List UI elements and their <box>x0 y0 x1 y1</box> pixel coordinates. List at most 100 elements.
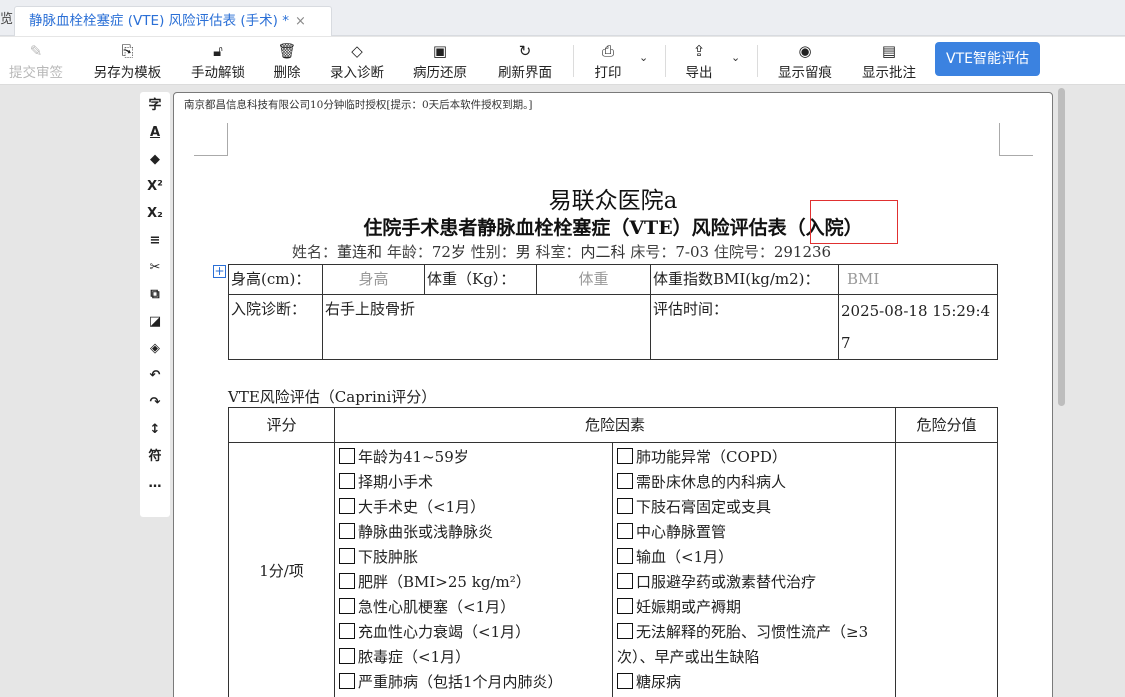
delete-button[interactable]: 🗑︎ 删除 <box>271 41 303 81</box>
checkbox-icon[interactable] <box>617 548 633 564</box>
factors-right-column: 肺功能异常（COPD） 需卧床休息的内科病人 下肢石膏固定或支具 中心静脉置管 … <box>612 442 896 697</box>
align-icon[interactable]: ≡ <box>140 227 170 254</box>
factor-item[interactable]: 妊娠期或产褥期 <box>617 595 891 620</box>
factor-item[interactable]: 肥胖（BMI>25 kg/m²） <box>339 570 608 595</box>
enter-diagnosis-label: 录入诊断 <box>330 65 384 81</box>
copy-icon[interactable]: ⧉ <box>140 281 170 308</box>
factor-item[interactable]: 肺功能异常（COPD） <box>617 445 891 470</box>
show-comments-button[interactable]: ▤ 显示批注 <box>859 41 919 81</box>
checkbox-icon[interactable] <box>339 648 355 664</box>
checkbox-icon[interactable] <box>617 623 633 639</box>
checkbox-icon[interactable] <box>339 448 355 464</box>
checkbox-icon[interactable] <box>339 498 355 514</box>
patient-info-line: 姓名：董连和 年龄：72岁 性别：男 科室：内二科 床号：7-03 住院号：29… <box>292 241 831 262</box>
clear-format-icon[interactable]: ◈ <box>140 335 170 362</box>
checkbox-icon[interactable] <box>617 498 633 514</box>
risk-value-cell[interactable] <box>895 442 998 697</box>
submit-sign-label: 提交审签 <box>9 65 63 81</box>
vte-smart-assess-button[interactable]: VTE智能评估 <box>935 42 1040 76</box>
export-dropdown-chevron-icon[interactable]: ⌄ <box>731 51 740 64</box>
factor-item[interactable]: 脓毒症（<1月） <box>339 645 608 670</box>
factor-item[interactable]: 大手术史（<1月） <box>339 495 608 520</box>
tab-previous[interactable]: 览 <box>0 0 14 36</box>
factor-item[interactable]: 中心静脉置管 <box>617 520 891 545</box>
checkbox-icon[interactable] <box>339 548 355 564</box>
factor-item[interactable]: 严重肺病（包括1个月内肺炎） <box>339 670 608 695</box>
delete-label: 删除 <box>273 65 301 81</box>
factor-item[interactable]: 无法解释的死胎、习惯性流产（≥3次）、早产或出生缺陷 <box>617 620 891 670</box>
vertical-scrollbar-thumb[interactable] <box>1058 88 1065 406</box>
save-as-template-button[interactable]: ⎘ 另存为模板 <box>90 41 165 81</box>
tab-vte-risk-form[interactable]: 静脉血栓栓塞症 (VTE) 风险评估表 (手术) * × <box>14 6 332 36</box>
document-page: 南京都昌信息科技有限公司10分钟临时授权[提示：0天后本软件授权到期。] 易联众… <box>173 92 1053 697</box>
trash-icon: 🗑︎ <box>277 42 297 60</box>
factor-item[interactable]: 择期小手术 <box>339 470 608 495</box>
checkbox-icon[interactable] <box>339 573 355 589</box>
print-dropdown-chevron-icon[interactable]: ⌄ <box>639 51 648 64</box>
print-button[interactable]: ⎙ 打印 <box>592 41 624 81</box>
factor-item[interactable]: 糖尿病 <box>617 670 891 695</box>
weight-field[interactable]: 体重 <box>536 264 651 295</box>
subscript-icon[interactable]: X₂ <box>140 200 170 227</box>
bed-label: 床号： <box>630 243 676 261</box>
factor-item[interactable]: 静脉曲张或浅静脉炎 <box>339 520 608 545</box>
checkbox-icon[interactable] <box>339 523 355 539</box>
toolbar-divider <box>665 45 666 77</box>
line-spacing-icon[interactable]: ↕ <box>140 416 170 443</box>
dept-label: 科室： <box>535 243 581 261</box>
font-color-icon[interactable]: A <box>140 119 170 146</box>
show-trace-button[interactable]: ◉ 显示留痕 <box>775 41 835 81</box>
fill-color-icon[interactable]: ◆ <box>140 146 170 173</box>
close-icon[interactable]: × <box>295 14 306 29</box>
bmi-label: 体重指数BMI(kg/m2)： <box>650 264 839 295</box>
assess-time-field[interactable]: 2025-08-18 15:29:47 <box>838 294 998 360</box>
checkbox-icon[interactable] <box>339 673 355 689</box>
checkbox-icon[interactable] <box>339 598 355 614</box>
refresh-button[interactable]: ↻ 刷新界面 <box>494 41 556 81</box>
sex-label: 性别： <box>470 243 516 261</box>
submit-sign-button[interactable]: ✎ 提交审签 <box>6 41 66 81</box>
factor-item[interactable]: 口服避孕药或激素替代治疗 <box>617 570 891 595</box>
factor-item[interactable]: 年龄为41~59岁 <box>339 445 608 470</box>
printer-icon: ⎙ <box>601 42 614 60</box>
patient-age: 72岁 <box>431 243 466 261</box>
paste-icon[interactable]: ◪ <box>140 308 170 335</box>
diagnosis-field[interactable]: 右手上肢骨折 <box>322 294 651 360</box>
export-button[interactable]: ⇪ 导出 <box>683 41 715 81</box>
print-label: 打印 <box>594 65 622 81</box>
factor-item[interactable]: 充血性心力衰竭（<1月） <box>339 620 608 645</box>
caprini-section-title: VTE风险评估（Caprini评分） <box>228 388 437 406</box>
bmi-field[interactable]: BMI <box>838 264 998 295</box>
factor-item[interactable]: 需卧床休息的内科病人 <box>617 470 891 495</box>
manual-unlock-button[interactable]: 🔓︎ 手动解锁 <box>188 41 248 81</box>
factor-item[interactable]: 输血（<1月） <box>617 545 891 570</box>
more-icon[interactable]: … <box>140 470 170 497</box>
symbol-icon[interactable]: 符 <box>140 443 170 470</box>
patient-sex: 男 <box>515 243 531 261</box>
checkbox-icon[interactable] <box>617 448 633 464</box>
comment-icon: ▤ <box>881 42 897 60</box>
col-score-header: 评分 <box>228 407 335 443</box>
checkbox-icon[interactable] <box>339 473 355 489</box>
undo-icon[interactable]: ↶ <box>140 362 170 389</box>
checkbox-icon[interactable] <box>617 523 633 539</box>
checkbox-icon[interactable] <box>617 573 633 589</box>
enter-diagnosis-button[interactable]: ◇ 录入诊断 <box>327 41 387 81</box>
checkbox-icon[interactable] <box>617 473 633 489</box>
expand-table-icon[interactable]: + <box>213 265 226 278</box>
checkbox-icon[interactable] <box>339 623 355 639</box>
factor-item[interactable]: 急性心肌梗塞（<1月） <box>339 595 608 620</box>
factor-item[interactable]: 下肢石膏固定或支具 <box>617 495 891 520</box>
height-field[interactable]: 身高 <box>322 264 425 295</box>
factor-item[interactable]: 下肢肿胀 <box>339 545 608 570</box>
save-template-icon: ⎘ <box>121 42 134 60</box>
redo-icon[interactable]: ↷ <box>140 389 170 416</box>
restore-record-button[interactable]: ▣ 病历还原 <box>410 41 470 81</box>
font-icon[interactable]: 字 <box>140 92 170 119</box>
eraser-icon: ◇ <box>351 42 363 60</box>
tab-label: 静脉血栓栓塞症 (VTE) 风险评估表 (手术) * <box>29 13 289 29</box>
checkbox-icon[interactable] <box>617 598 633 614</box>
cut-icon[interactable]: ✂ <box>140 254 170 281</box>
superscript-icon[interactable]: X² <box>140 173 170 200</box>
checkbox-icon[interactable] <box>617 673 633 689</box>
